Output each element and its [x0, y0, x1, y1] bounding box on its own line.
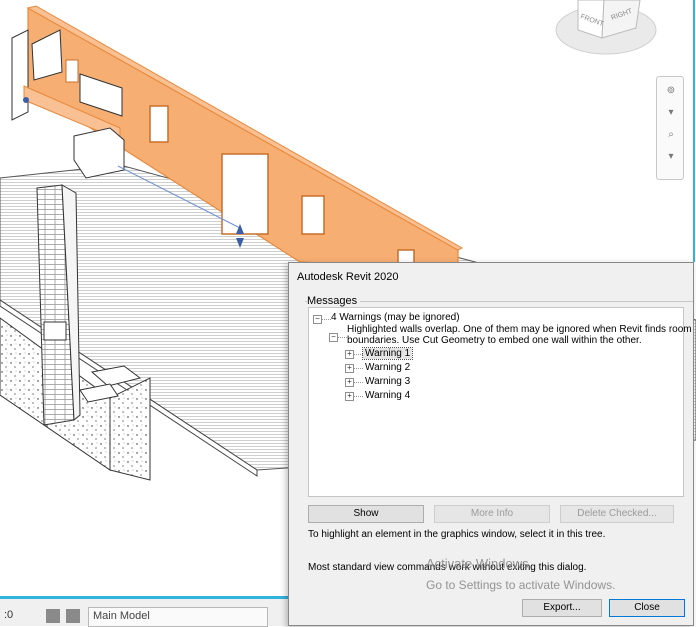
expand-icon[interactable]: + — [345, 378, 354, 387]
expand-icon[interactable]: + — [345, 350, 354, 359]
tree-warning-item[interactable]: Warning 1 — [361, 347, 414, 360]
highlight-hint: To highlight an element in the graphics … — [308, 529, 606, 540]
messages-group-label: Messages — [307, 295, 361, 307]
wall-window — [301, 195, 325, 235]
show-button[interactable]: Show — [308, 505, 424, 523]
status-bar: :0 Main Model — [0, 596, 290, 627]
chimney-opening — [43, 321, 67, 341]
navigation-bar: ⊚ ▾ ⌕ ▾ — [656, 76, 684, 180]
chevron-down-icon[interactable]: ▾ — [663, 151, 679, 162]
worksets-count: :0 — [4, 609, 14, 621]
worksharing-icon[interactable] — [46, 609, 60, 623]
group-divider — [305, 301, 693, 302]
export-button[interactable]: Export... — [522, 599, 602, 617]
zoom-icon[interactable]: ⌕ — [663, 129, 679, 140]
expand-icon[interactable]: + — [345, 364, 354, 373]
wall-window — [65, 59, 79, 83]
collapse-icon[interactable]: − — [313, 315, 322, 324]
model-selector[interactable]: Main Model — [88, 607, 268, 627]
wall-grip — [23, 97, 29, 103]
tree-root[interactable]: 4 Warnings (may be ignored) — [331, 312, 460, 323]
watermark-subtitle: Go to Settings to activate Windows. — [426, 578, 616, 592]
collapse-icon[interactable]: − — [329, 333, 338, 342]
wall-window — [149, 105, 169, 143]
tree-message-line[interactable]: boundaries. Use Cut Geometry to embed on… — [347, 335, 642, 346]
tree-message-line[interactable]: Highlighted walls overlap. One of them m… — [347, 324, 692, 335]
steering-wheel-icon[interactable]: ⊚ — [663, 85, 679, 96]
close-button[interactable]: Close — [609, 599, 685, 617]
dialog-title: Autodesk Revit 2020 — [297, 271, 399, 283]
warnings-dialog: Autodesk Revit 2020 Messages − 4 Warning… — [288, 262, 694, 626]
warnings-tree[interactable]: − 4 Warnings (may be ignored) − Highligh… — [308, 307, 692, 497]
watermark-title: Activate Windows — [426, 556, 529, 571]
tree-warning-item[interactable]: Warning 2 — [365, 362, 410, 373]
expand-icon[interactable]: + — [345, 392, 354, 401]
island — [73, 127, 125, 179]
tree-warning-item[interactable]: Warning 3 — [365, 376, 410, 387]
tree-warning-item[interactable]: Warning 4 — [365, 390, 410, 401]
design-options-icon[interactable] — [66, 609, 80, 623]
more-info-button[interactable]: More Info — [434, 505, 550, 523]
delete-checked-button[interactable]: Delete Checked... — [560, 505, 674, 523]
tall-cabinet — [11, 29, 29, 121]
chevron-down-icon[interactable]: ▾ — [663, 107, 679, 118]
